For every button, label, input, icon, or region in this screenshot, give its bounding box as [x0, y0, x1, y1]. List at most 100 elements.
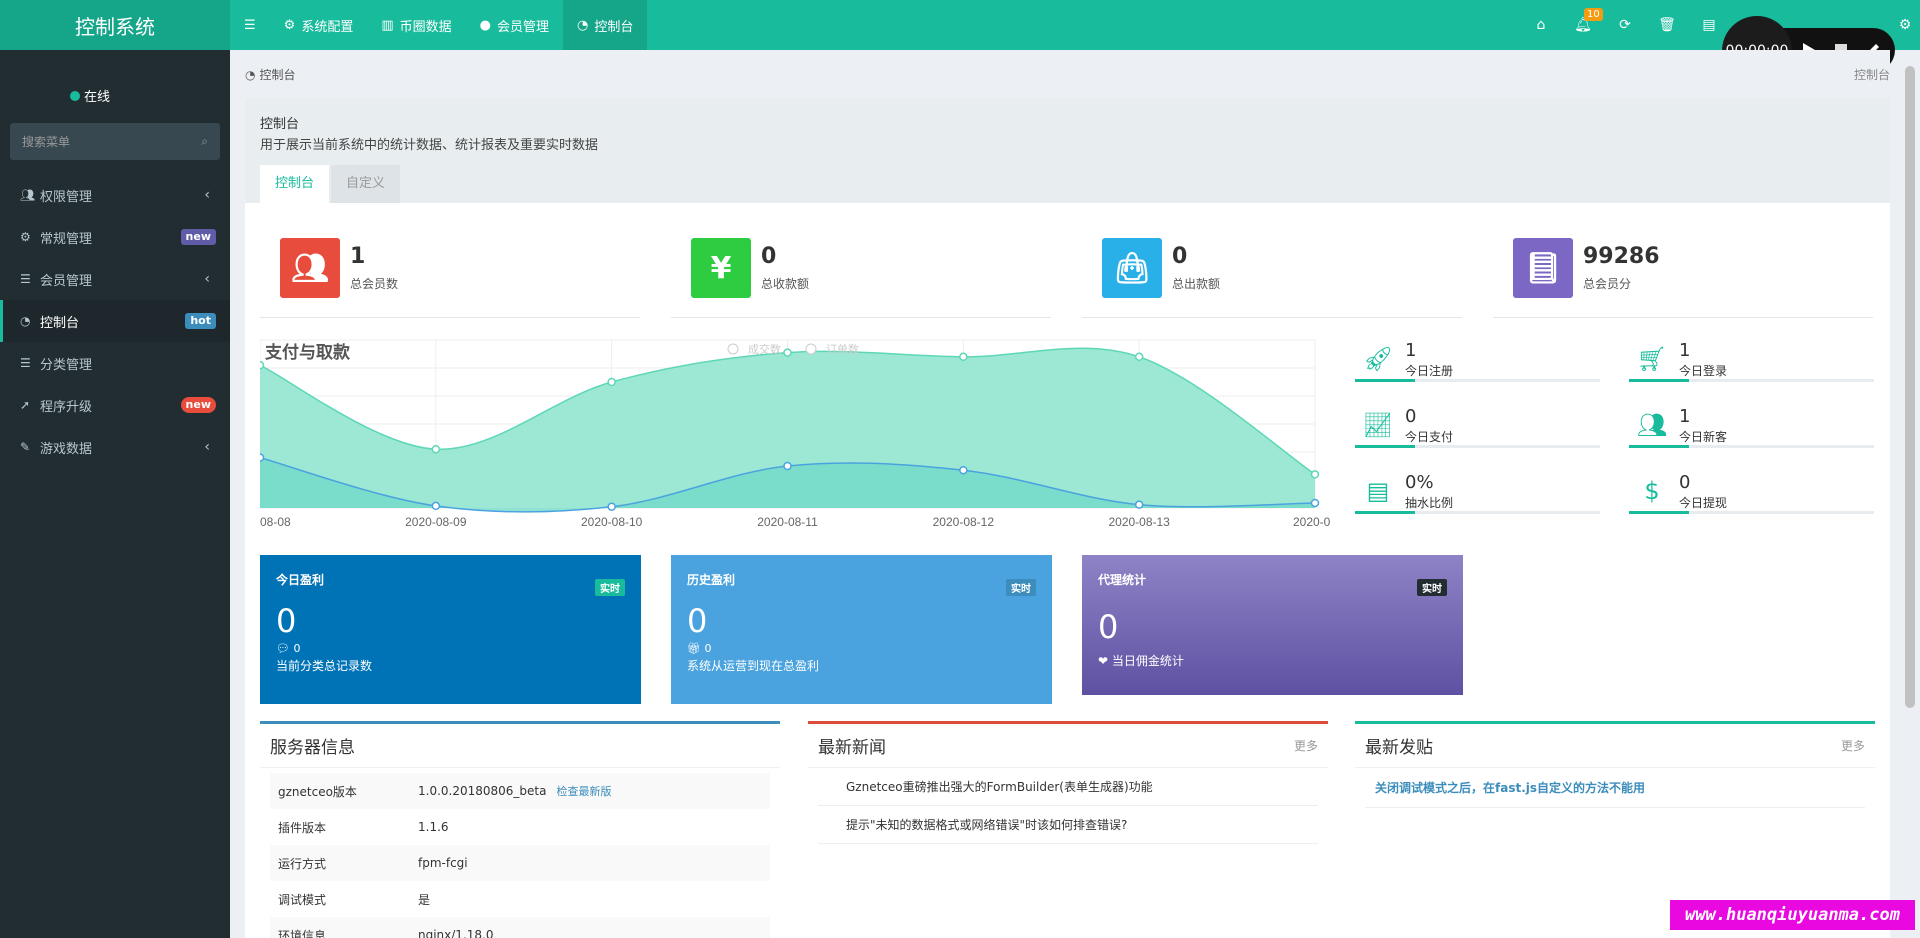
home-button[interactable]: ⌂ — [1520, 0, 1562, 50]
news-item[interactable]: Gznetceo重磅推出强大的FormBuilder(表单生成器)功能 — [818, 768, 1318, 806]
refresh-button[interactable]: ⟳ — [1604, 0, 1646, 50]
chart-point — [607, 377, 616, 387]
top-nav: ☰ ⚙ 系统配置 ▥ 币圈数据 ● 会员管理 ◔ 控制台 — [230, 0, 648, 50]
agent-stats-box: 代理统计 实时 0 ❤ 当日佣金统计 — [1082, 555, 1463, 695]
clear-cache-button[interactable]: 🗑︎ — [1646, 0, 1688, 50]
post-item[interactable]: 关闭调试模式之后，在fast.js自定义的方法不能用 — [1365, 768, 1865, 808]
top-header: 控制系统 ☰ ⚙ 系统配置 ▥ 币圈数据 ● 会员管理 ◔ 控制台 ⌂ 🔔︎ 1… — [0, 0, 1920, 50]
cogs-icon: ⚙ — [20, 230, 31, 244]
box-title: 今日盈利 — [276, 573, 325, 587]
stat-card-total-points: 📘︎ 99286 总会员分 — [1493, 238, 1873, 318]
table-row: 环境信息 nginx/1.18.0 — [270, 917, 770, 938]
stat-card-total-income: ¥ 0 总收款额 — [671, 238, 1051, 318]
nav-member-management[interactable]: ● 会员管理 — [466, 0, 563, 50]
yen-icon: ¥ — [691, 238, 751, 298]
history-profit-box: 历史盈利 实时 0 🎁︎ 0 系统从运营到现在总盈利 — [671, 555, 1052, 704]
book-icon: 📘︎ — [1513, 238, 1573, 298]
line-chart-icon: 📈︎ — [1362, 411, 1394, 439]
new-badge: new — [180, 229, 216, 245]
chart-point — [959, 352, 968, 362]
sidebar-item-label: 游戏数据 — [40, 441, 93, 457]
home-icon: ⌂ — [1536, 17, 1546, 33]
new-badge: new — [180, 397, 216, 413]
mini-stat-value: 0% — [1405, 472, 1434, 493]
mini-stat-value: 1 — [1405, 340, 1417, 361]
table-row: gznetceo版本 1.0.0.20180806_beta 检查最新版 — [270, 773, 770, 809]
dashboard-icon: ◔ — [20, 314, 31, 328]
breadcrumb-right: 控制台 — [1853, 68, 1890, 82]
tab-dashboard[interactable]: 控制台 — [260, 165, 330, 203]
notifications-button[interactable]: 🔔︎ 10 — [1562, 0, 1604, 50]
mini-stat-bar — [1629, 379, 1689, 382]
sidebar-item-label: 程序升级 — [40, 399, 93, 415]
refresh-icon: ⟳ — [1619, 17, 1631, 33]
box-small-stat: 💬︎ 0 — [276, 642, 625, 655]
row-key: gznetceo版本 — [278, 784, 357, 799]
heart-icon: ❤ — [1098, 654, 1109, 668]
legend-label: 订单数 — [826, 343, 859, 356]
more-link[interactable]: 更多 — [1294, 737, 1318, 754]
menu-search-input[interactable] — [22, 134, 202, 149]
stat-label: 总会员数 — [350, 277, 399, 291]
legend-marker — [727, 343, 739, 355]
legend-label: 成交数 — [748, 342, 781, 356]
nav-coin-data[interactable]: ▥ 币圈数据 — [367, 0, 465, 50]
dashboard-icon: ◔ — [577, 17, 589, 33]
check-update-link[interactable]: 检查最新版 — [556, 783, 611, 799]
watermark: www.huanqiuyuanma.com — [1670, 900, 1915, 930]
sidebar-search: ⌕ — [10, 123, 220, 160]
chart-point — [607, 502, 616, 511]
sidebar-item-general[interactable]: ⚙ 常规管理 new — [0, 216, 230, 258]
box-value: 0 — [687, 602, 708, 640]
search-icon[interactable]: ⌕ — [201, 134, 208, 149]
stat-value: 0 — [761, 244, 777, 269]
x-tick-label: 2020-08-11 — [757, 515, 818, 529]
hot-badge: hot — [185, 313, 216, 329]
panel-description: 用于展示当前系统中的统计数据、统计报表及重要实时数据 — [260, 138, 599, 153]
chart-point — [959, 465, 968, 475]
mini-stat-value: 0 — [1679, 472, 1691, 493]
panel-heading: 控制台 用于展示当前系统中的统计数据、统计报表及重要实时数据 控制台 自定义 — [245, 98, 1890, 203]
table-row: 运行方式 fpm-fcgi — [270, 845, 770, 881]
page-scrollbar[interactable] — [1905, 66, 1915, 708]
payment-chart: 08-08 2020-08-09 2020-08-10 2020-08-11 2020-… — [260, 338, 1330, 533]
chart-point — [431, 444, 441, 454]
sidebar-item-members[interactable]: ☰ 会员管理 ‹ — [0, 258, 230, 300]
stat-value: 0 — [1172, 244, 1188, 269]
stat-label: 总收款额 — [761, 277, 810, 291]
mini-stat-today-register: 🚀︎ 1 今日注册 — [1355, 340, 1600, 382]
rocket-icon: ➚ — [20, 398, 31, 412]
nav-system-config[interactable]: ⚙ 系统配置 — [270, 0, 368, 50]
row-key: 插件版本 — [278, 820, 327, 835]
app-logo[interactable]: 控制系统 — [0, 0, 230, 50]
mini-stat-label: 今日新客 — [1679, 430, 1728, 444]
more-link[interactable]: 更多 — [1841, 737, 1865, 754]
news-item[interactable]: 提示"未知的数据格式或网络错误"时该如何排查错误? — [818, 806, 1318, 844]
sidebar-toggle-button[interactable]: ☰ — [230, 0, 270, 50]
breadcrumb-item[interactable]: 控制台 — [259, 66, 295, 83]
mini-stat-bar — [1629, 445, 1689, 448]
table-row: 调试模式 是 — [270, 881, 770, 917]
box-small-stat: 🎁︎ 0 — [687, 642, 1036, 655]
sidebar-item-categories[interactable]: ☰ 分类管理 — [0, 342, 230, 384]
mini-stat-label: 今日登录 — [1679, 364, 1728, 378]
chart-point — [1134, 500, 1144, 509]
latest-news-box: 最新新闻 更多 Gznetceo重磅推出强大的FormBuilder(表单生成器… — [808, 721, 1328, 866]
row-value: 1.0.0.20180806_beta — [418, 784, 547, 798]
sidebar-item-dashboard[interactable]: ◔ 控制台 hot — [0, 300, 230, 342]
nav-label: 系统配置 — [301, 19, 354, 35]
realtime-badge: 实时 — [1417, 579, 1447, 596]
sidebar-item-label: 控制台 — [40, 315, 80, 331]
sidebar-item-upgrade[interactable]: ➚ 程序升级 new — [0, 384, 230, 426]
mini-stat-value: 1 — [1679, 406, 1691, 427]
sidebar-item-permissions[interactable]: 👥︎ 权限管理 ‹ — [0, 174, 230, 216]
sidebar-item-game-data[interactable]: ✎ 游戏数据 ‹ — [0, 426, 230, 468]
tab-custom[interactable]: 自定义 — [331, 165, 401, 203]
online-dot-icon — [70, 90, 80, 101]
mini-stat-today-payment: 📈︎ 0 今日支付 — [1355, 406, 1600, 448]
realtime-badge: 实时 — [1006, 579, 1036, 596]
nav-dashboard[interactable]: ◔ 控制台 — [563, 0, 648, 50]
gift-icon: 🎁︎ — [687, 642, 701, 655]
sidebar: 在线 ⌕ 👥︎ 权限管理 ‹ ⚙ 常规管理 new ☰ 会员管理 ‹ ◔ 控制台… — [0, 50, 230, 938]
realtime-badge: 实时 — [595, 579, 625, 596]
